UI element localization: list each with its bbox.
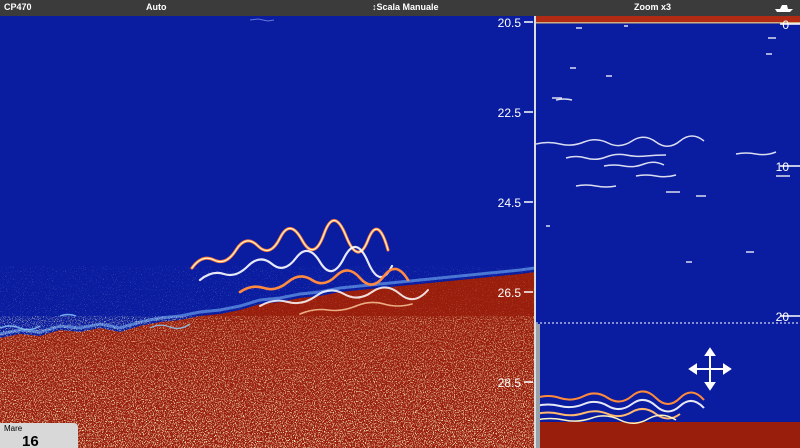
depth-tick-label: 28.5 (498, 376, 522, 390)
depth-tick-label: 26.5 (498, 286, 522, 300)
sea-mode-box[interactable]: Mare 16 (0, 423, 78, 448)
depth-tick-label: 24.5 (498, 196, 522, 210)
sonar-screen: CP470 Auto ↕Scala Manuale Zoom x3 20.5 2… (0, 0, 800, 448)
depth-tick-label: 20.5 (498, 16, 522, 30)
top-status-bar: CP470 Auto ↕Scala Manuale Zoom x3 (0, 0, 800, 16)
sonar-main-view[interactable]: 20.5 22.5 24.5 26.5 28.5 (0, 16, 535, 448)
seabed-echo-zoom (536, 422, 800, 448)
mode-label: Mare (4, 424, 23, 433)
zoom-tick-label: 0 (782, 18, 789, 32)
zoom-position-bar[interactable] (536, 324, 540, 448)
zoom-tick-label: 20 (776, 310, 790, 324)
surface-band (536, 16, 800, 22)
gain-mode-button[interactable]: Auto (146, 2, 167, 12)
zoom-tick-label: 10 (776, 160, 790, 174)
zoom-label[interactable]: Zoom x3 (634, 2, 671, 12)
model-name: CP470 (4, 2, 32, 12)
scale-mode-button[interactable]: ↕Scala Manuale (372, 2, 439, 12)
sonar-zoom-view[interactable]: 0 10 20 (536, 16, 800, 448)
mode-value: 16 (22, 433, 39, 448)
boat-icon (775, 5, 793, 12)
depth-tick-label: 22.5 (498, 106, 522, 120)
